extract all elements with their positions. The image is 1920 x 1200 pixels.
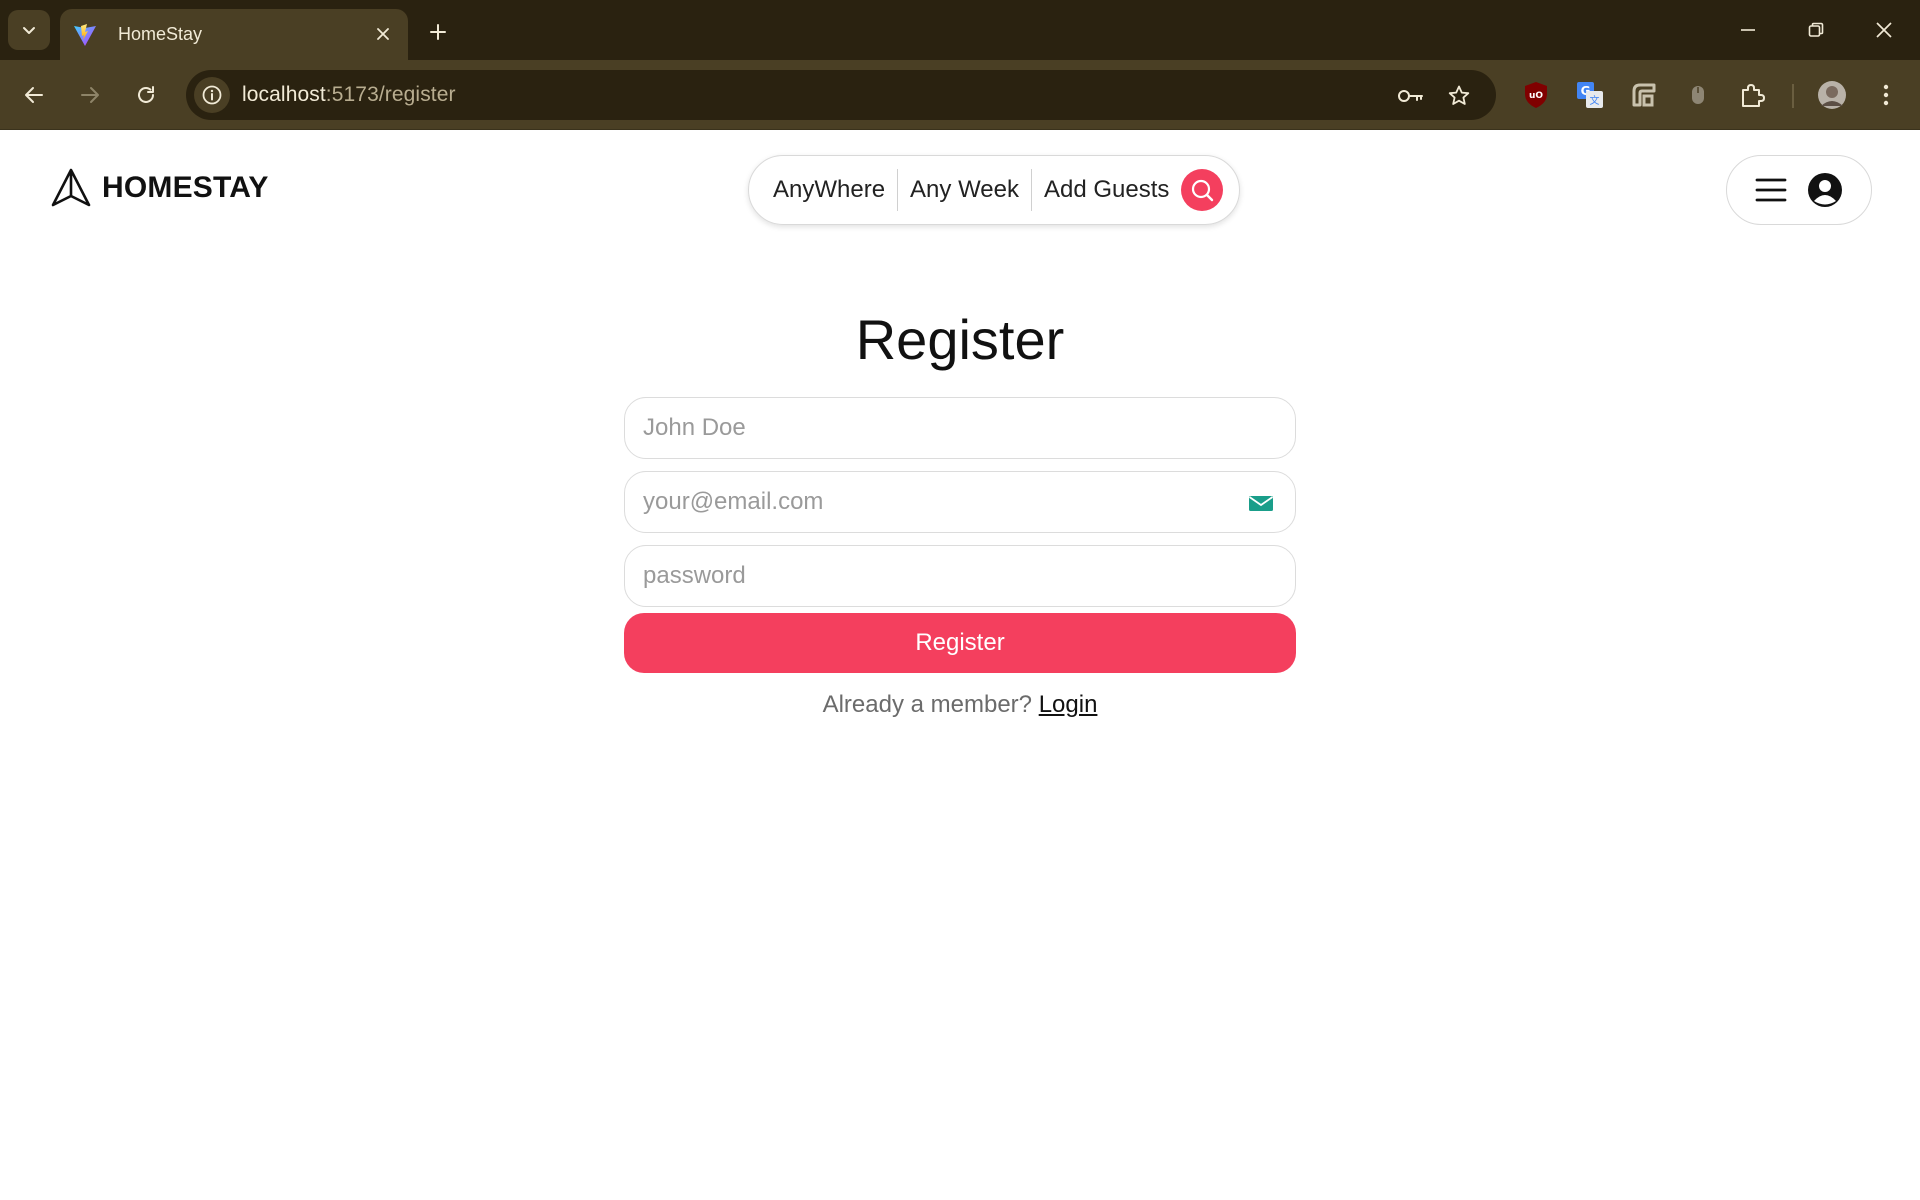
plus-icon bbox=[430, 24, 446, 40]
mouse-icon bbox=[1692, 86, 1704, 104]
restore-button[interactable] bbox=[1794, 8, 1838, 52]
extensions-button[interactable] bbox=[1732, 75, 1772, 115]
reload-icon bbox=[138, 86, 154, 103]
reader-icon bbox=[1632, 83, 1656, 107]
url-text: localhost:5173/register bbox=[242, 83, 456, 107]
reload-button[interactable] bbox=[124, 73, 168, 117]
back-button[interactable] bbox=[12, 73, 56, 117]
user-avatar-icon bbox=[1808, 173, 1842, 207]
paper-plane-icon bbox=[51, 168, 91, 207]
search-button[interactable] bbox=[1181, 169, 1224, 211]
bookmark-button[interactable] bbox=[1442, 79, 1476, 113]
svg-text:文: 文 bbox=[1590, 94, 1600, 107]
password-input[interactable] bbox=[624, 545, 1296, 607]
info-icon bbox=[202, 85, 222, 105]
translate-extension-button[interactable]: G文 bbox=[1570, 75, 1610, 115]
minimize-button[interactable] bbox=[1726, 8, 1770, 52]
star-icon bbox=[1448, 85, 1470, 105]
ublock-extension-button[interactable]: uO bbox=[1516, 75, 1556, 115]
forward-button[interactable] bbox=[68, 73, 112, 117]
translate-icon: G文 bbox=[1577, 82, 1603, 108]
search-divider bbox=[1030, 169, 1032, 211]
user-menu-button[interactable] bbox=[1726, 155, 1872, 225]
site-logo[interactable]: HOMESTAY bbox=[50, 167, 269, 209]
tab-title: HomeStay bbox=[118, 24, 203, 44]
svg-text:uO: uO bbox=[1529, 91, 1543, 101]
hamburger-menu-icon bbox=[1755, 178, 1787, 202]
profile-avatar-button[interactable] bbox=[1812, 75, 1852, 115]
browser-toolbar: localhost:5173/register uO G文 bbox=[0, 60, 1920, 130]
search-where[interactable]: AnyWhere bbox=[773, 176, 885, 204]
search-week[interactable]: Any Week bbox=[910, 176, 1019, 204]
register-button[interactable]: Register bbox=[624, 613, 1296, 673]
toolbar-separator bbox=[1792, 84, 1794, 108]
ublock-shield-icon: uO bbox=[1525, 82, 1547, 108]
close-window-button[interactable] bbox=[1862, 8, 1906, 52]
register-title: Register bbox=[855, 308, 1065, 371]
vite-favicon-icon bbox=[74, 23, 96, 46]
kebab-menu-icon bbox=[1883, 84, 1889, 106]
member-text: Already a member? bbox=[822, 691, 1033, 718]
reader-extension-button[interactable] bbox=[1624, 75, 1664, 115]
browser-menu-button[interactable] bbox=[1866, 75, 1906, 115]
page-content: HOMESTAY AnyWhere Any Week Add Guests Re… bbox=[0, 131, 1920, 1200]
close-icon bbox=[377, 28, 389, 40]
browser-tab[interactable]: HomeStay bbox=[60, 9, 408, 60]
new-tab-button[interactable] bbox=[420, 14, 456, 50]
mouse-extension-button[interactable] bbox=[1678, 75, 1718, 115]
tab-list-button[interactable] bbox=[8, 10, 50, 50]
email-input[interactable] bbox=[624, 471, 1296, 533]
email-autofill-icon bbox=[1248, 496, 1274, 511]
site-info-button[interactable] bbox=[194, 77, 230, 113]
close-icon bbox=[1876, 22, 1892, 38]
search-divider bbox=[897, 169, 899, 211]
search-icon bbox=[1192, 179, 1214, 202]
browser-tab-bar: HomeStay bbox=[0, 0, 1920, 60]
arrow-left-icon bbox=[25, 87, 43, 103]
chevron-down-icon bbox=[23, 27, 35, 34]
name-input[interactable] bbox=[624, 397, 1296, 459]
url-host: localhost bbox=[242, 83, 326, 106]
key-icon bbox=[1398, 90, 1423, 102]
search-guests[interactable]: Add Guests bbox=[1044, 176, 1169, 204]
login-prompt: Already a member? Login bbox=[0, 691, 1920, 719]
search-bar[interactable]: AnyWhere Any Week Add Guests bbox=[748, 155, 1240, 225]
logo-text: HOMESTAY bbox=[102, 171, 269, 204]
login-link[interactable]: Login bbox=[1039, 691, 1098, 718]
tab-close-button[interactable] bbox=[370, 21, 396, 47]
url-path: :5173/register bbox=[325, 83, 456, 106]
restore-icon bbox=[1808, 22, 1824, 37]
puzzle-icon bbox=[1742, 84, 1765, 107]
minimize-icon bbox=[1741, 29, 1755, 31]
profile-avatar-icon bbox=[1818, 81, 1846, 109]
password-key-button[interactable] bbox=[1394, 79, 1428, 113]
arrow-right-icon bbox=[81, 87, 99, 103]
address-bar[interactable]: localhost:5173/register bbox=[186, 70, 1496, 120]
